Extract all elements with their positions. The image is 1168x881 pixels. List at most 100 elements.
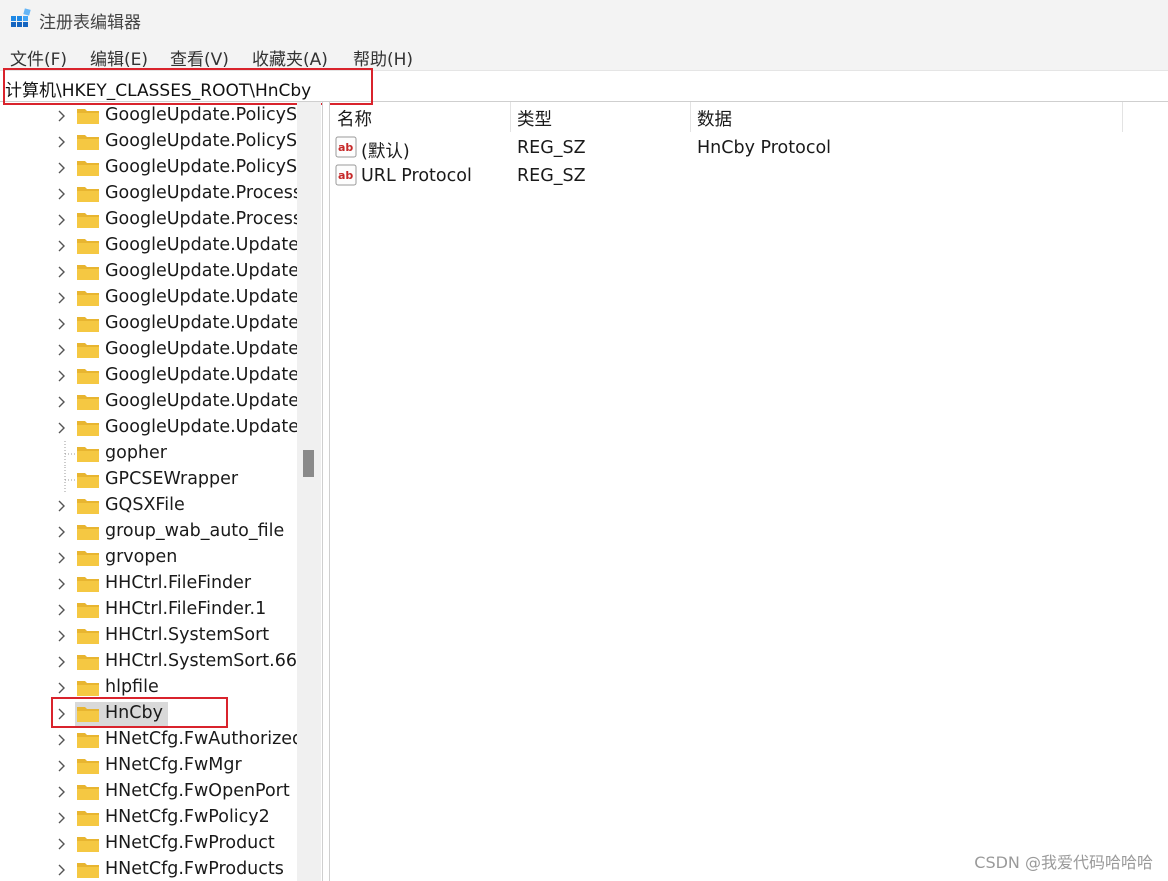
column-header-name[interactable]: 名称: [337, 106, 372, 131]
key-tree[interactable]: GoogleUpdate.PolicyS GoogleUpdate.PolicyS…: [0, 102, 322, 881]
tree-item[interactable]: HNetCfg.FwProducts: [0, 857, 300, 881]
chevron-right-icon[interactable]: [57, 577, 67, 591]
folder-icon: [77, 187, 99, 202]
menu-help[interactable]: 帮助(H): [353, 45, 413, 70]
tree-item[interactable]: HHCtrl.SystemSort.666: [0, 649, 300, 675]
tree-item-label: HNetCfg.FwAuthorized: [105, 729, 297, 749]
tree-item[interactable]: HnCby: [0, 701, 300, 727]
tree-item[interactable]: GoogleUpdate.Update: [0, 233, 300, 259]
value-row[interactable]: ab (默认) REG_SZ HnCby Protocol: [330, 134, 1168, 162]
tree-item[interactable]: GoogleUpdate.PolicyS: [0, 129, 300, 155]
chevron-right-icon[interactable]: [57, 525, 67, 539]
menu-favorites[interactable]: 收藏夹(A): [252, 45, 328, 70]
tree-item[interactable]: GoogleUpdate.Update: [0, 389, 300, 415]
tree-scrollbar-thumb[interactable]: [303, 450, 314, 477]
chevron-right-icon[interactable]: [57, 811, 67, 825]
folder-icon: [77, 811, 99, 826]
column-divider[interactable]: [510, 102, 511, 132]
svg-text:ab: ab: [338, 169, 353, 182]
folder-icon: [77, 681, 99, 696]
tree-item-label: GoogleUpdate.Process: [105, 183, 297, 203]
tree-item-label: hlpfile: [105, 677, 159, 697]
folder-icon: [77, 343, 99, 358]
chevron-right-icon[interactable]: [57, 395, 67, 409]
chevron-right-icon[interactable]: [57, 213, 67, 227]
address-path[interactable]: 计算机\HKEY_CLASSES_ROOT\HnCby: [5, 76, 311, 101]
chevron-right-icon[interactable]: [57, 707, 67, 721]
tree-item[interactable]: GoogleUpdate.Update: [0, 363, 300, 389]
tree-item[interactable]: HHCtrl.SystemSort: [0, 623, 300, 649]
chevron-right-icon[interactable]: [57, 187, 67, 201]
chevron-right-icon[interactable]: [57, 733, 67, 747]
tree-item[interactable]: GoogleUpdate.Update: [0, 415, 300, 441]
tree-item[interactable]: gopher: [0, 441, 300, 467]
menu-view[interactable]: 查看(V): [170, 45, 229, 70]
chevron-right-icon[interactable]: [57, 291, 67, 305]
tree-item[interactable]: GoogleUpdate.Process: [0, 207, 300, 233]
tree-item[interactable]: HNetCfg.FwAuthorized: [0, 727, 300, 753]
folder-icon: [77, 473, 99, 488]
chevron-right-icon[interactable]: [57, 785, 67, 799]
tree-item[interactable]: hlpfile: [0, 675, 300, 701]
chevron-right-icon[interactable]: [57, 161, 67, 175]
folder-icon: [77, 733, 99, 748]
tree-item-label: group_wab_auto_file: [105, 521, 285, 541]
chevron-right-icon[interactable]: [57, 343, 67, 357]
chevron-right-icon[interactable]: [57, 681, 67, 695]
tree-item[interactable]: HHCtrl.FileFinder: [0, 571, 300, 597]
folder-icon: [77, 577, 99, 592]
tree-item[interactable]: HHCtrl.FileFinder.1: [0, 597, 300, 623]
tree-item[interactable]: grvopen: [0, 545, 300, 571]
tree-item[interactable]: GoogleUpdate.Update: [0, 337, 300, 363]
tree-item[interactable]: GoogleUpdate.Process: [0, 181, 300, 207]
column-divider[interactable]: [690, 102, 691, 132]
address-bar[interactable]: 计算机\HKEY_CLASSES_ROOT\HnCby: [0, 70, 1168, 102]
folder-icon: [77, 161, 99, 176]
chevron-right-icon[interactable]: [57, 109, 67, 123]
chevron-right-icon[interactable]: [57, 369, 67, 383]
tree-item[interactable]: HNetCfg.FwProduct: [0, 831, 300, 857]
tree-item-label: grvopen: [105, 547, 178, 567]
tree-item[interactable]: GoogleUpdate.Update: [0, 259, 300, 285]
tree-scrollbar[interactable]: [297, 102, 321, 881]
column-header-type[interactable]: 类型: [517, 106, 552, 131]
column-header-data[interactable]: 数据: [697, 106, 732, 131]
menu-edit[interactable]: 编辑(E): [90, 45, 148, 70]
folder-icon: [77, 395, 99, 410]
tree-item[interactable]: GoogleUpdate.PolicyS: [0, 155, 300, 181]
pane-splitter[interactable]: [322, 102, 330, 881]
chevron-right-icon[interactable]: [57, 317, 67, 331]
column-divider[interactable]: [1122, 102, 1123, 132]
tree-item[interactable]: GoogleUpdate.Update: [0, 311, 300, 337]
tree-item[interactable]: HNetCfg.FwMgr: [0, 753, 300, 779]
tree-item-label: HHCtrl.SystemSort: [105, 625, 270, 645]
tree-item[interactable]: group_wab_auto_file: [0, 519, 300, 545]
chevron-right-icon[interactable]: [57, 135, 67, 149]
chevron-right-icon[interactable]: [57, 239, 67, 253]
chevron-right-icon[interactable]: [57, 499, 67, 513]
folder-icon: [77, 369, 99, 384]
tree-item[interactable]: HNetCfg.FwPolicy2: [0, 805, 300, 831]
chevron-right-icon[interactable]: [57, 837, 67, 851]
chevron-right-icon[interactable]: [57, 603, 67, 617]
tree-item[interactable]: GoogleUpdate.Update: [0, 285, 300, 311]
chevron-right-icon[interactable]: [57, 863, 67, 877]
chevron-right-icon[interactable]: [57, 759, 67, 773]
chevron-right-icon[interactable]: [57, 421, 67, 435]
menu-file[interactable]: 文件(F): [10, 45, 67, 70]
chevron-right-icon[interactable]: [57, 265, 67, 279]
tree-connector-line: [64, 467, 75, 493]
chevron-right-icon[interactable]: [57, 551, 67, 565]
tree-item-label: GPCSEWrapper: [105, 469, 239, 489]
tree-item[interactable]: GQSXFile: [0, 493, 300, 519]
title-bar: 注册表编辑器: [0, 0, 1168, 40]
tree-item[interactable]: GoogleUpdate.PolicyS: [0, 103, 300, 129]
tree-item-label: GoogleUpdate.PolicyS: [105, 157, 297, 177]
tree-item[interactable]: HNetCfg.FwOpenPort: [0, 779, 300, 805]
chevron-right-icon[interactable]: [57, 629, 67, 643]
window-title: 注册表编辑器: [39, 13, 141, 33]
tree-item[interactable]: GPCSEWrapper: [0, 467, 300, 493]
chevron-right-icon[interactable]: [57, 655, 67, 669]
tree-item-label: GoogleUpdate.PolicyS: [105, 105, 297, 125]
value-row[interactable]: ab URL Protocol REG_SZ: [330, 162, 1168, 190]
